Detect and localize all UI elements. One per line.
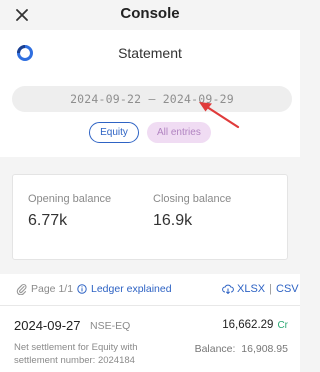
- info-icon: [77, 284, 87, 294]
- date-range-picker[interactable]: 2024-09-22 — 2024-09-29: [12, 86, 292, 112]
- csv-download-link[interactable]: CSV: [276, 283, 299, 295]
- filter-chip-all-entries[interactable]: All entries: [146, 122, 211, 143]
- cloud-download-icon: [222, 284, 234, 294]
- page-label: Page 1/1: [31, 283, 74, 295]
- top-bar: Console: [0, 0, 300, 30]
- entry-type-badge: Cr: [277, 320, 288, 331]
- entry-amount-value: 16,662.29: [222, 319, 274, 331]
- closing-balance-label: Closing balance: [153, 193, 232, 205]
- closing-balance-value: 16.9k: [153, 212, 193, 229]
- page-indicator: Page 1/1: [16, 283, 73, 295]
- closing-balance: Closing balance 16.9k: [153, 193, 231, 230]
- date-from: 2024-09-22: [70, 92, 142, 106]
- balance-card: Opening balance 6.77k Closing balance 16…: [12, 174, 288, 260]
- entry-description: Net settlement for Equity with settlemen…: [14, 342, 138, 366]
- statement-sheet: Statement 2024-09-22 — 2024-09-29 Equity…: [0, 30, 300, 372]
- divider: [0, 305, 300, 306]
- ledger-explained-link[interactable]: Ledger explained: [77, 283, 172, 295]
- entry-segment: NSE-EQ: [90, 320, 131, 332]
- page-title: Statement: [118, 45, 182, 61]
- paperclip-icon: [16, 284, 27, 295]
- entry-amount: 16,662.29 Cr: [222, 319, 288, 331]
- download-links: XLSX | CSV: [222, 283, 299, 295]
- opening-balance-label: Opening balance: [28, 193, 112, 205]
- opening-balance: Opening balance 6.77k: [28, 193, 111, 230]
- filter-chip-equity[interactable]: Equity: [89, 122, 139, 143]
- statement-toolbar: Page 1/1 Ledger explained XLSX | CSV: [0, 280, 300, 300]
- ledger-explained-label: Ledger explained: [91, 283, 172, 295]
- date-separator: —: [148, 92, 156, 106]
- app-title: Console: [120, 5, 180, 22]
- filter-chips: Equity All entries: [0, 122, 300, 144]
- xlsx-download-link[interactable]: XLSX: [237, 283, 265, 295]
- entry-balance: Balance: 16,908.95: [194, 343, 288, 355]
- opening-balance-value: 6.77k: [28, 212, 68, 229]
- statement-header: Statement: [0, 30, 300, 75]
- entry-date: 2024-09-27: [14, 318, 81, 333]
- download-separator: |: [269, 283, 272, 295]
